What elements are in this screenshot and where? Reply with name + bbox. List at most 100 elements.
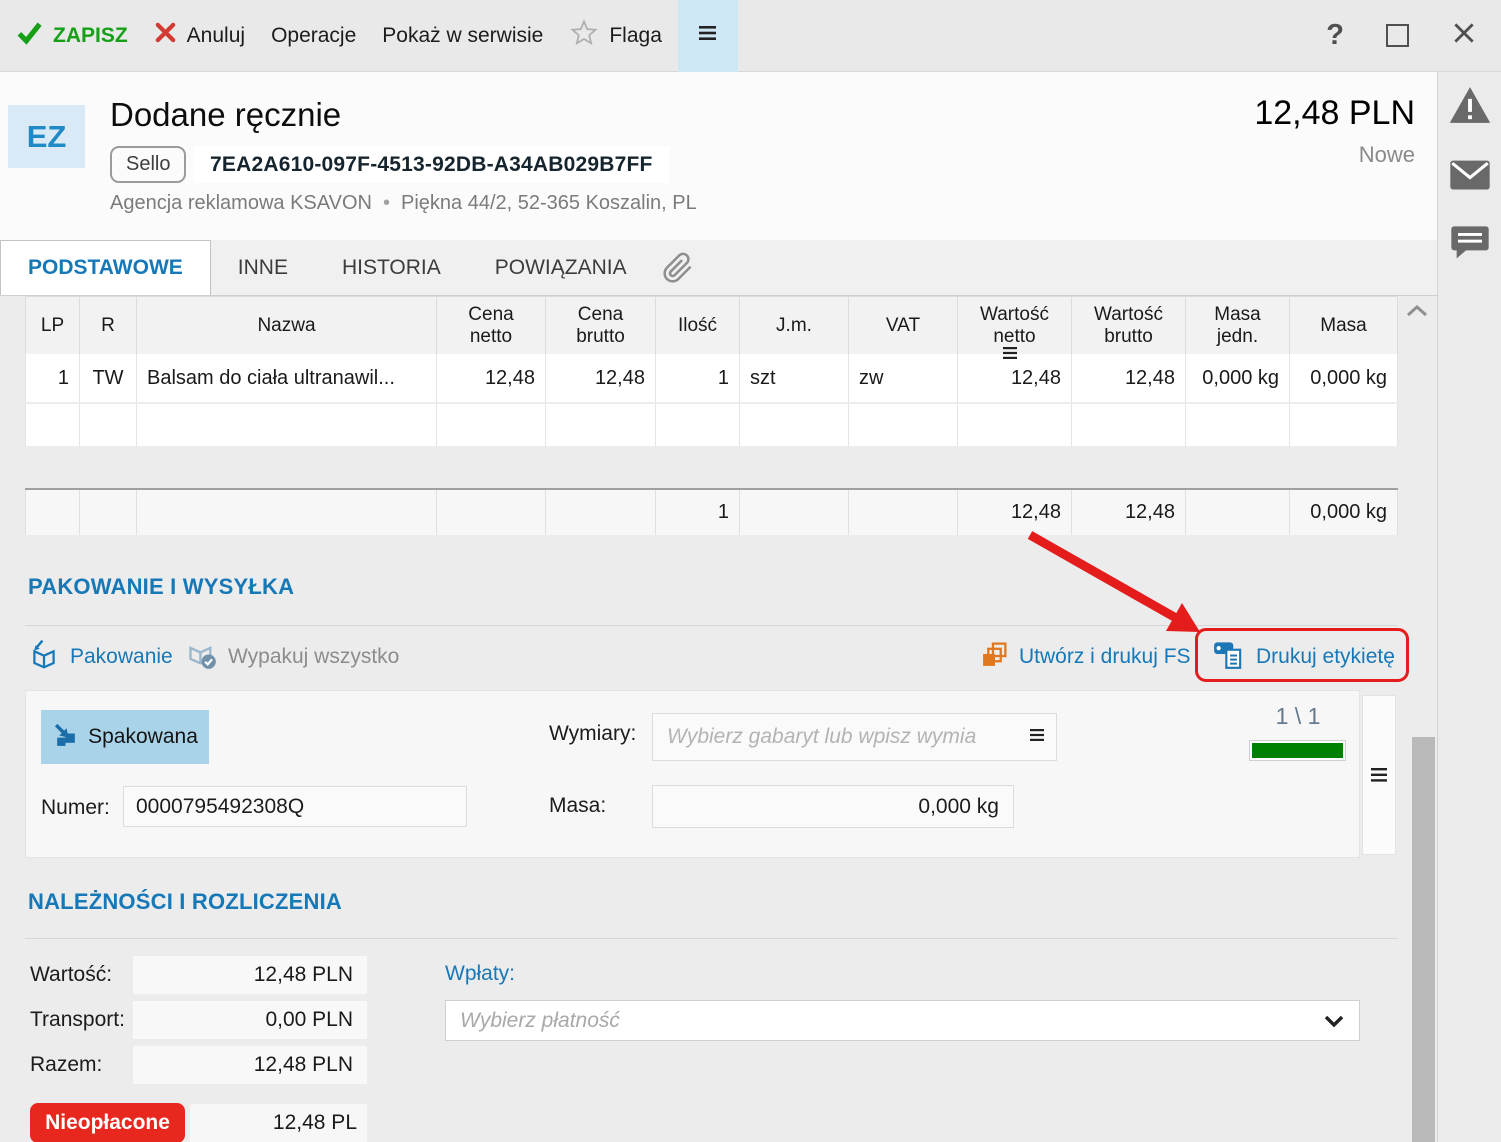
toolbar-menu-button[interactable]: [677, 0, 738, 72]
cell-vat[interactable]: zw: [849, 354, 958, 403]
packed-button[interactable]: Spakowana: [41, 710, 209, 764]
warning-triangle-icon[interactable]: [1448, 85, 1492, 130]
number-input[interactable]: [123, 786, 467, 827]
unpaid-amount: 12,48 PL: [190, 1104, 367, 1142]
cell-jm[interactable]: szt: [740, 354, 849, 403]
value-label: Wartość:: [30, 963, 113, 986]
options-lines-icon[interactable]: [1029, 728, 1045, 747]
column-header: Cena brutto: [546, 297, 656, 354]
cell-masa[interactable]: 0,000 kg: [1290, 354, 1398, 403]
cell-empty[interactable]: [437, 404, 546, 447]
cell-empty[interactable]: [656, 404, 740, 447]
column-header: Wartość brutto: [1072, 297, 1186, 354]
doc-type-badge: EZ: [8, 105, 85, 168]
box-check-icon: [185, 638, 218, 677]
sum-cell: [25, 490, 80, 535]
check-icon: [16, 19, 43, 52]
column-header: VAT: [849, 297, 958, 354]
packing-section-title: PAKOWANIE I WYSYŁKA: [28, 574, 295, 599]
packing-panel: Spakowana Numer: Wymiary: Masa: 0,000 kg…: [25, 690, 1360, 858]
vertical-scrollbar-thumb[interactable]: [1412, 737, 1435, 1142]
tab-bar: PODSTAWOWE INNE HISTORIA POWIĄZANIA: [0, 240, 1437, 296]
dimensions-label: Wymiary:: [549, 722, 637, 745]
cell-empty[interactable]: [546, 404, 656, 447]
customer-name: Agencja reklamowa KSAVON: [110, 192, 372, 214]
packing-progress-bar: [1249, 740, 1346, 761]
show-in-service-button[interactable]: Pokaż w serwisie: [382, 24, 543, 48]
cell-empty[interactable]: [849, 404, 958, 447]
column-header: J.m.: [740, 297, 849, 354]
operations-button[interactable]: Operacje: [271, 24, 356, 48]
cell-empty[interactable]: [740, 404, 849, 447]
column-header: Masa: [1290, 297, 1398, 354]
chevron-up-icon[interactable]: [1404, 302, 1430, 325]
dimensions-input[interactable]: [652, 713, 1057, 761]
status-label: Nowe: [1358, 142, 1415, 167]
cell-empty[interactable]: [958, 404, 1072, 447]
hamburger-icon: [698, 25, 717, 46]
cell-ilosc[interactable]: 1: [656, 354, 740, 403]
save-button[interactable]: ZAPISZ: [16, 19, 128, 52]
cell-empty[interactable]: [80, 404, 137, 447]
cell-empty[interactable]: [25, 404, 80, 447]
document-window: ZAPISZ Anuluj Operacje Pokaż w serwisie …: [0, 0, 1501, 1142]
speech-bubble-icon[interactable]: [1450, 225, 1490, 266]
cell-empty[interactable]: [1072, 404, 1186, 447]
cell-cena-netto[interactable]: 12,48: [437, 354, 546, 403]
tab-historia[interactable]: HISTORIA: [315, 240, 468, 295]
cell-cena-brutto[interactable]: 12,48: [546, 354, 656, 403]
column-header: Cena netto: [437, 297, 546, 354]
cell-lp[interactable]: 1: [25, 354, 80, 403]
payments-label: Wpłaty:: [445, 962, 516, 985]
total-label: Razem:: [30, 1053, 103, 1076]
sum-cell: [437, 490, 546, 535]
help-button[interactable]: ?: [1326, 19, 1344, 52]
sum-cell: [740, 490, 849, 535]
cell-masa-jedn[interactable]: 0,000 kg: [1186, 354, 1290, 403]
payment-select-input[interactable]: [446, 1001, 1359, 1040]
cell-empty[interactable]: [1186, 404, 1290, 447]
document-guid: 7EA2A610-097F-4513-92DB-A34AB029B7FF: [194, 146, 669, 183]
items-table-header: LP R Nazwa Cena netto Cena brutto Ilość …: [25, 296, 1398, 355]
divider: [25, 938, 1398, 939]
toolbar: ZAPISZ Anuluj Operacje Pokaż w serwisie …: [0, 0, 1501, 72]
cell-empty[interactable]: [1290, 404, 1398, 447]
unpack-all-link[interactable]: Wypakuj wszystko: [185, 634, 399, 680]
cancel-button[interactable]: Anuluj: [154, 21, 245, 50]
cell-nazwa[interactable]: Balsam do ciała ultranawil...: [137, 354, 437, 403]
cell-r[interactable]: TW: [80, 354, 137, 403]
cell-wartosc-brutto[interactable]: 12,48: [1072, 354, 1186, 403]
customer-address: Piękna 44/2, 52-365 Koszalin, PL: [400, 192, 697, 214]
envelope-icon[interactable]: [1449, 159, 1491, 196]
sum-cell: [546, 490, 656, 535]
tab-powiazania[interactable]: POWIĄZANIA: [468, 240, 654, 295]
right-rail: [1437, 72, 1501, 1142]
document-amount: 12,48 PLN: [1254, 94, 1415, 132]
flag-button[interactable]: Flaga: [569, 18, 662, 54]
tab-podstawowe[interactable]: PODSTAWOWE: [0, 240, 211, 295]
source-badge: Sello: [110, 146, 187, 183]
column-header: Nazwa: [137, 297, 437, 354]
paperclip-icon[interactable]: [662, 240, 694, 295]
column-header: LP: [25, 297, 80, 354]
sum-cell: [137, 490, 437, 535]
transport-field: 0,00 PLN: [133, 1001, 367, 1039]
pack-link[interactable]: Pakowanie: [28, 634, 173, 680]
payments-section-title: NALEŻNOŚCI I ROZLICZENIA: [28, 889, 343, 914]
sum-cell: [849, 490, 958, 535]
tab-inne[interactable]: INNE: [211, 240, 315, 295]
payment-select[interactable]: [445, 1000, 1360, 1041]
close-button[interactable]: [1451, 20, 1477, 51]
package-menu-strip[interactable]: [1362, 695, 1396, 855]
customer-subtitle: Agencja reklamowa KSAVON • Piękna 44/2, …: [110, 192, 697, 215]
sum-ilosc: 1: [656, 490, 740, 535]
box-arrow-icon: [28, 638, 60, 676]
column-header: Masa jedn.: [1186, 297, 1290, 354]
total-field: 12,48 PLN: [133, 1046, 367, 1084]
cell-empty[interactable]: [137, 404, 437, 447]
maximize-button[interactable]: [1386, 24, 1409, 47]
document-header: EZ Dodane ręcznie Sello 7EA2A610-097F-45…: [0, 72, 1437, 240]
options-lines-icon[interactable]: [1002, 346, 1018, 365]
column-header: R: [80, 297, 137, 354]
weight-input[interactable]: 0,000 kg: [652, 785, 1014, 828]
